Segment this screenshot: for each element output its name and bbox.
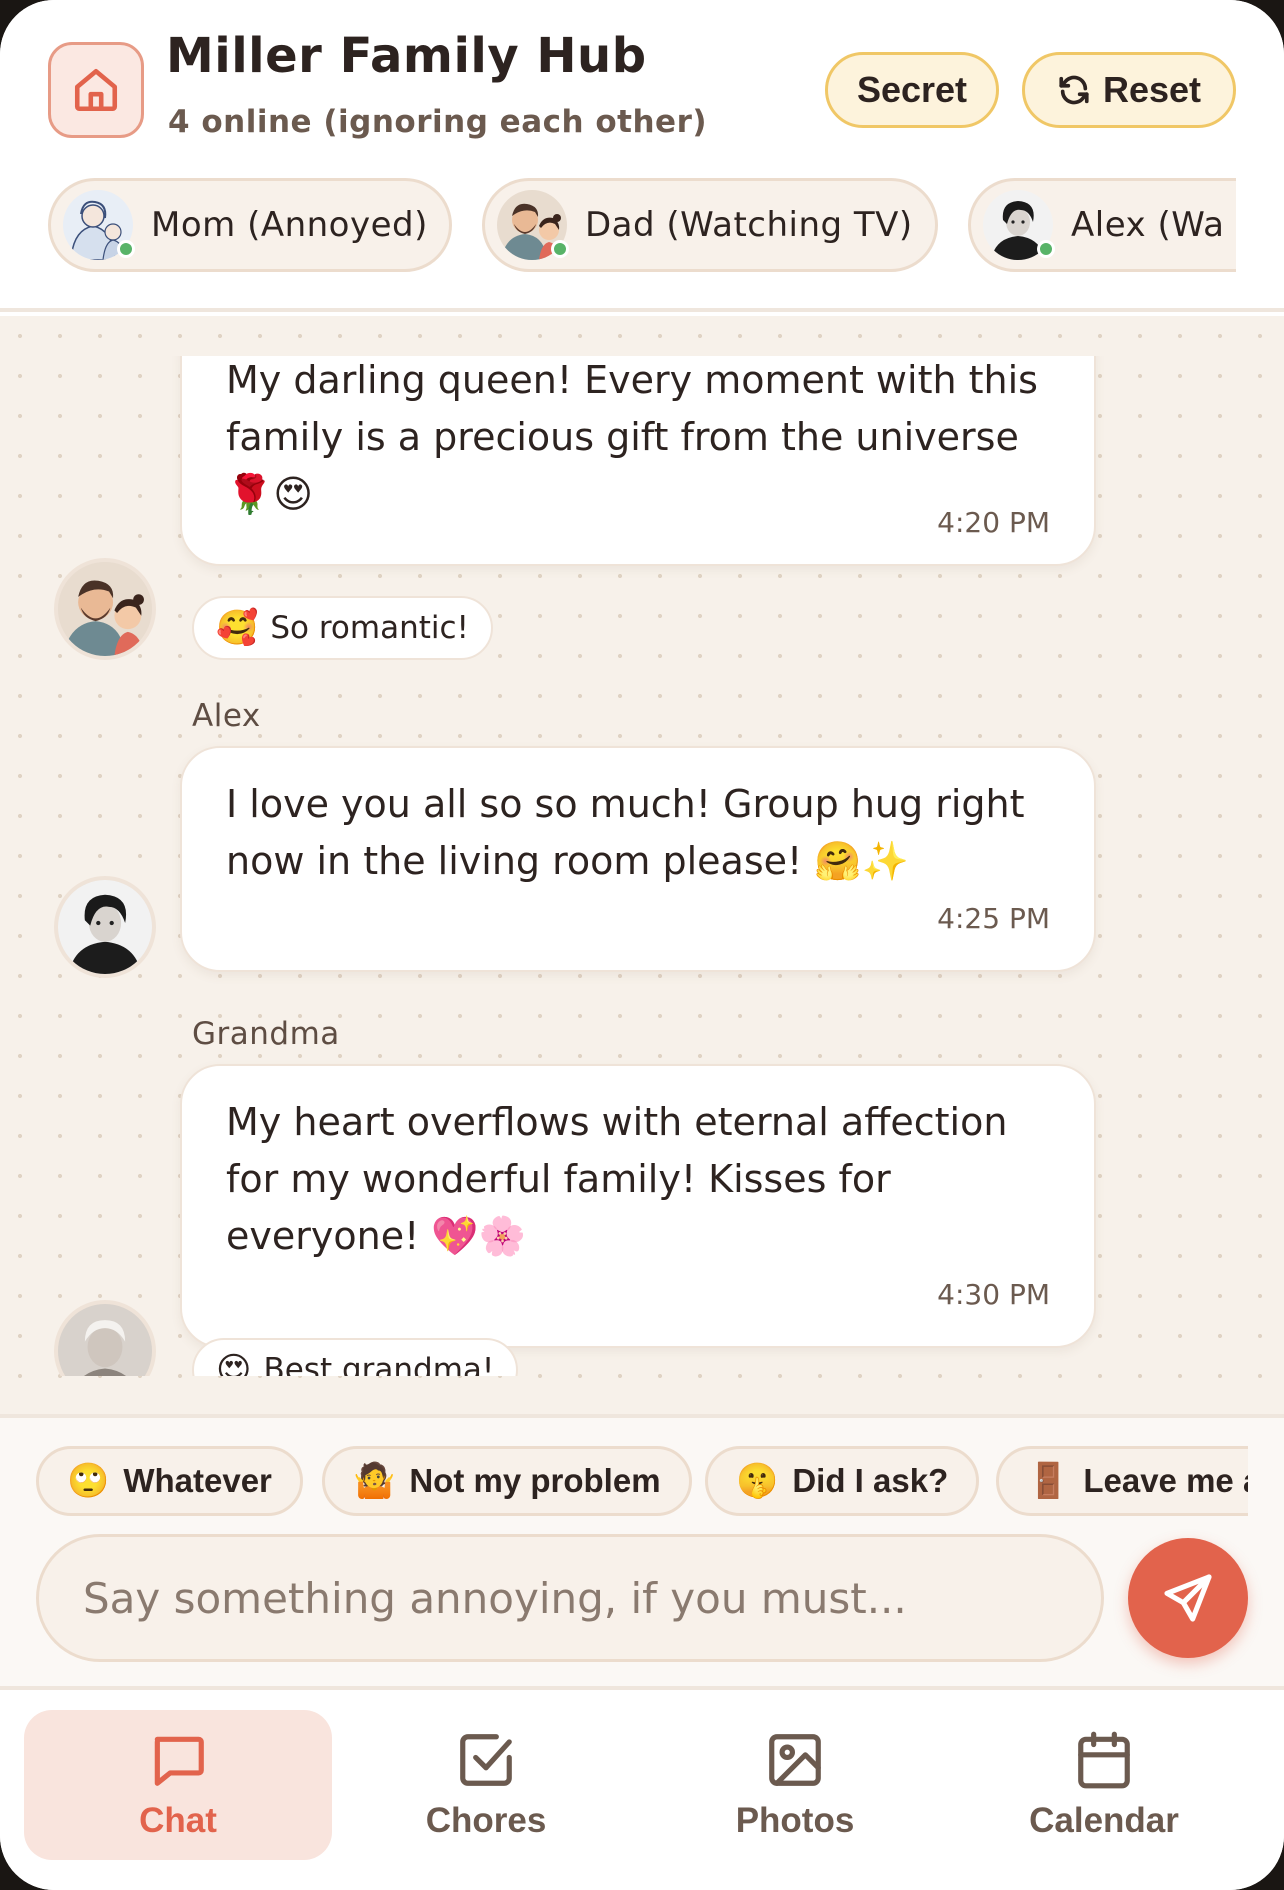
header: Miller Family Hub 4 online (ignoring eac…	[0, 0, 1284, 312]
send-button[interactable]	[1128, 1538, 1248, 1658]
message-bubble: My heart overflows with eternal affectio…	[180, 1064, 1096, 1348]
secret-button[interactable]: Secret	[825, 52, 999, 128]
quick-reply-label: Did I ask?	[792, 1462, 949, 1499]
calendar-icon	[1078, 1731, 1130, 1789]
reset-button[interactable]: Reset	[1022, 52, 1236, 128]
message-input-wrapper	[36, 1534, 1104, 1662]
shush-emoji: 🤫	[736, 1462, 779, 1500]
nav-label: Chores	[425, 1801, 547, 1840]
nav-photos[interactable]: Photos	[641, 1710, 949, 1860]
message-input[interactable]	[39, 1537, 1101, 1659]
quick-reply-label: Not my problem	[409, 1462, 661, 1499]
online-indicator	[551, 240, 569, 258]
eye-roll-emoji: 🙄	[67, 1462, 110, 1500]
member-name: Alex (Wa	[1071, 205, 1225, 245]
composer: 🙄 Whatever 🤷 Not my problem 🤫 Did I ask?…	[0, 1414, 1284, 1690]
sender-name: Grandma	[192, 1016, 340, 1052]
page-title: Miller Family Hub	[166, 28, 647, 84]
reaction-chip[interactable]: 😍 Best grandma!	[192, 1338, 519, 1376]
quick-reply-label: Whatever	[123, 1462, 272, 1499]
online-indicator	[117, 240, 135, 258]
nav-chat[interactable]: Chat	[24, 1710, 332, 1860]
nav-label: Calendar	[1029, 1801, 1179, 1840]
refresh-icon	[1059, 75, 1089, 105]
quick-reply-did-i-ask[interactable]: 🤫 Did I ask?	[705, 1446, 980, 1516]
quick-reply-label: Leave me a	[1083, 1462, 1248, 1499]
member-name: Dad (Watching TV)	[585, 205, 913, 245]
quick-reply-leave-me[interactable]: 🚪 Leave me a	[996, 1446, 1248, 1516]
message-text: I love you all so so much! Group hug rig…	[226, 782, 1025, 883]
reaction-emoji: 🥰	[216, 608, 259, 648]
send-icon	[1164, 1574, 1212, 1622]
reset-button-label: Reset	[1102, 69, 1202, 110]
chat-icon	[154, 1736, 204, 1786]
quick-reply-not-my-problem[interactable]: 🤷 Not my problem	[322, 1446, 692, 1516]
nav-label: Photos	[735, 1801, 855, 1840]
online-indicator	[1037, 240, 1055, 258]
online-status: 4 online (ignoring each other)	[168, 104, 708, 140]
member-chip-mom[interactable]: Mom (Annoyed)	[48, 178, 452, 272]
bottom-nav: Chat Chores Photos Calendar	[0, 1694, 1284, 1890]
quick-replies: 🙄 Whatever 🤷 Not my problem 🤫 Did I ask?…	[36, 1446, 1248, 1516]
message-list: My darling queen! Every moment with this…	[0, 356, 1284, 1376]
grandma-avatar[interactable]	[54, 1300, 156, 1376]
home-button[interactable]	[48, 42, 144, 138]
member-list: Mom (Annoyed) Dad (Watching TV) Alex (Wa	[48, 178, 1236, 274]
message-text: My darling queen! Every moment with this…	[226, 358, 1038, 516]
member-chip-dad[interactable]: Dad (Watching TV)	[482, 178, 938, 272]
alex-avatar	[983, 190, 1055, 260]
sender-name: Alex	[192, 698, 261, 734]
reaction-chip[interactable]: 🥰 So romantic!	[192, 596, 493, 660]
message-time: 4:20 PM	[937, 506, 1050, 539]
member-chip-alex[interactable]: Alex (Wa	[968, 178, 1236, 272]
reaction-text: So romantic!	[270, 610, 469, 646]
home-icon	[74, 68, 118, 112]
nav-calendar[interactable]: Calendar	[950, 1710, 1258, 1860]
message-bubble: My darling queen! Every moment with this…	[180, 356, 1096, 566]
image-icon	[769, 1734, 821, 1786]
nav-chores[interactable]: Chores	[332, 1710, 640, 1860]
member-name: Mom (Annoyed)	[151, 205, 428, 245]
shrug-emoji: 🤷	[353, 1462, 396, 1500]
app-screen: Miller Family Hub 4 online (ignoring eac…	[0, 0, 1284, 1890]
door-emoji: 🚪	[1027, 1462, 1070, 1500]
message-time: 4:30 PM	[937, 1278, 1050, 1311]
message-time: 4:25 PM	[937, 902, 1050, 935]
mom-avatar	[63, 190, 135, 260]
reaction-emoji: 😍	[216, 1350, 252, 1376]
nav-label: Chat	[139, 1801, 217, 1840]
message-bubble: I love you all so so much! Group hug rig…	[180, 746, 1096, 972]
dad-avatar	[497, 190, 569, 260]
checkbox-icon	[460, 1734, 512, 1786]
alex-avatar[interactable]	[54, 876, 156, 978]
reaction-text: Best grandma!	[263, 1352, 495, 1376]
message-text: My heart overflows with eternal affectio…	[226, 1100, 1008, 1258]
secret-button-label: Secret	[856, 69, 968, 110]
quick-reply-whatever[interactable]: 🙄 Whatever	[36, 1446, 303, 1516]
dad-avatar[interactable]	[54, 558, 156, 660]
chat-area[interactable]: My darling queen! Every moment with this…	[0, 316, 1284, 1414]
